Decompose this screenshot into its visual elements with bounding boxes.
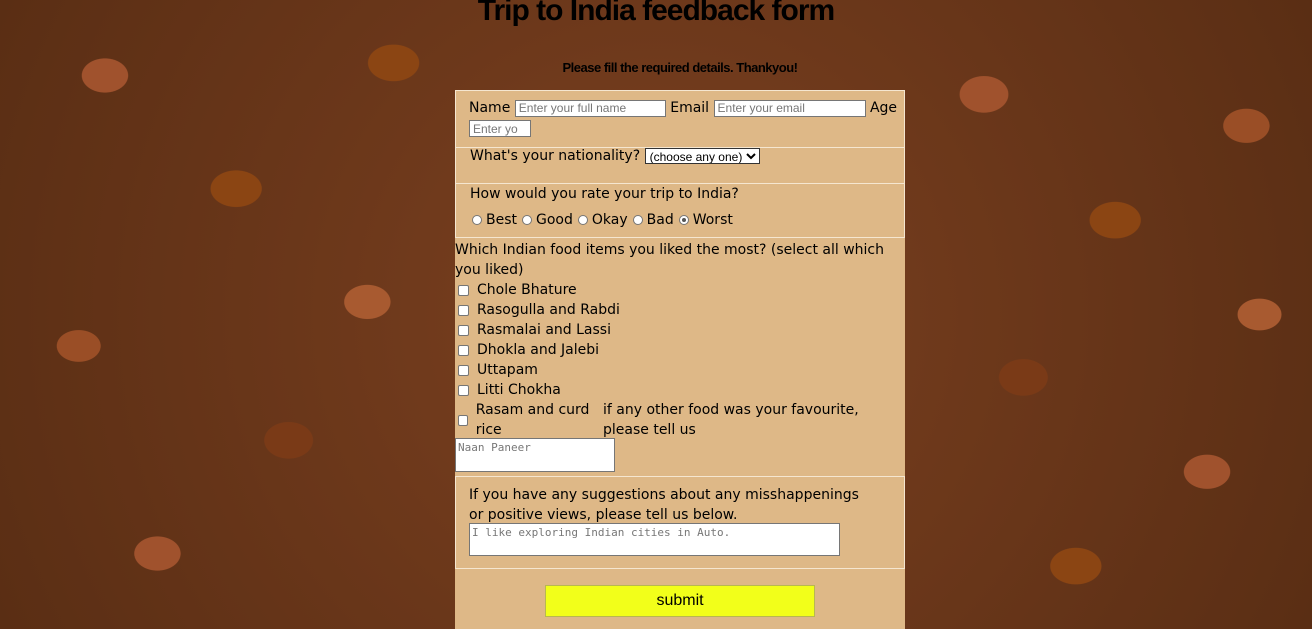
checkbox[interactable] bbox=[458, 364, 469, 376]
rating-option-label: Okay bbox=[591, 212, 628, 228]
rating-option-best[interactable]: Best bbox=[472, 212, 517, 228]
rating-options: Best Good Okay Bad Worst bbox=[472, 212, 733, 228]
food-item-label: Rasogulla and Rabdi bbox=[477, 302, 620, 318]
rating-option-label: Good bbox=[536, 212, 573, 228]
name-input[interactable] bbox=[514, 99, 666, 117]
radio-worst[interactable] bbox=[678, 215, 689, 225]
food-item-chole-bhature[interactable]: Chole Bhature bbox=[455, 280, 905, 300]
nationality-label: What's your nationality? bbox=[470, 148, 641, 164]
food-item-label: Rasmalai and Lassi bbox=[477, 322, 611, 338]
food-item-uttapam[interactable]: Uttapam bbox=[455, 360, 905, 380]
suggestions-fieldset: If you have any suggestions about any mi… bbox=[455, 476, 905, 569]
checkbox[interactable] bbox=[458, 414, 468, 426]
suggestions-textarea[interactable] bbox=[469, 523, 840, 556]
food-item-rasam[interactable]: Rasam and curd rice if any other food wa… bbox=[455, 400, 905, 440]
checkbox[interactable] bbox=[458, 344, 469, 356]
age-input[interactable] bbox=[469, 120, 531, 137]
other-food-prompt: if any other food was your favourite, pl… bbox=[603, 402, 859, 438]
food-item-label: Litti Chokha bbox=[477, 382, 561, 398]
food-question: Which Indian food items you liked the mo… bbox=[455, 242, 884, 278]
radio-okay[interactable] bbox=[577, 215, 588, 225]
checkbox[interactable] bbox=[458, 284, 469, 296]
nationality-fieldset: What's your nationality? (choose any one… bbox=[455, 148, 905, 184]
food-item-label: Rasam and curd rice bbox=[475, 402, 590, 438]
food-section: Which Indian food items you liked the mo… bbox=[455, 240, 905, 440]
rating-option-okay[interactable]: Okay bbox=[577, 212, 628, 228]
checkbox[interactable] bbox=[458, 384, 469, 396]
rating-option-good[interactable]: Good bbox=[522, 212, 573, 228]
personal-details-fieldset: Name Email Age bbox=[455, 90, 905, 148]
page-title: Trip to India feedback form bbox=[477, 0, 835, 27]
age-label: Age bbox=[869, 100, 898, 116]
checkbox[interactable] bbox=[458, 324, 469, 336]
submit-button[interactable]: submit bbox=[545, 585, 815, 617]
radio-good[interactable] bbox=[522, 215, 533, 225]
rating-option-label: Bad bbox=[646, 212, 674, 228]
rating-option-label: Best bbox=[486, 212, 518, 228]
name-label: Name bbox=[469, 100, 511, 116]
checkbox[interactable] bbox=[458, 304, 469, 316]
food-item-rasmalai[interactable]: Rasmalai and Lassi bbox=[455, 320, 905, 340]
rating-option-worst[interactable]: Worst bbox=[678, 212, 733, 228]
email-input[interactable] bbox=[713, 99, 866, 117]
feedback-form: Name Email Age What's your nationality? … bbox=[455, 90, 905, 629]
radio-best[interactable] bbox=[472, 215, 482, 225]
radio-bad[interactable] bbox=[632, 215, 643, 225]
food-item-label: Dhokla and Jalebi bbox=[477, 342, 600, 358]
rating-question: How would you rate your trip to India? bbox=[470, 186, 739, 202]
food-item-rasogulla[interactable]: Rasogulla and Rabdi bbox=[455, 300, 905, 320]
page-subtitle: Please fill the required details. Thanky… bbox=[562, 60, 798, 75]
food-item-label: Uttapam bbox=[477, 362, 538, 378]
food-item-litti-chokha[interactable]: Litti Chokha bbox=[455, 380, 905, 400]
nationality-select[interactable]: (choose any one) bbox=[644, 148, 760, 164]
email-label: Email bbox=[670, 100, 710, 116]
food-item-label: Chole Bhature bbox=[477, 282, 577, 298]
rating-fieldset: How would you rate your trip to India? B… bbox=[455, 184, 905, 238]
other-food-textarea[interactable] bbox=[455, 438, 615, 472]
food-item-dhokla[interactable]: Dhokla and Jalebi bbox=[455, 340, 905, 360]
rating-option-bad[interactable]: Bad bbox=[632, 212, 674, 228]
suggestions-question: If you have any suggestions about any mi… bbox=[469, 487, 859, 523]
rating-option-label: Worst bbox=[692, 212, 733, 228]
